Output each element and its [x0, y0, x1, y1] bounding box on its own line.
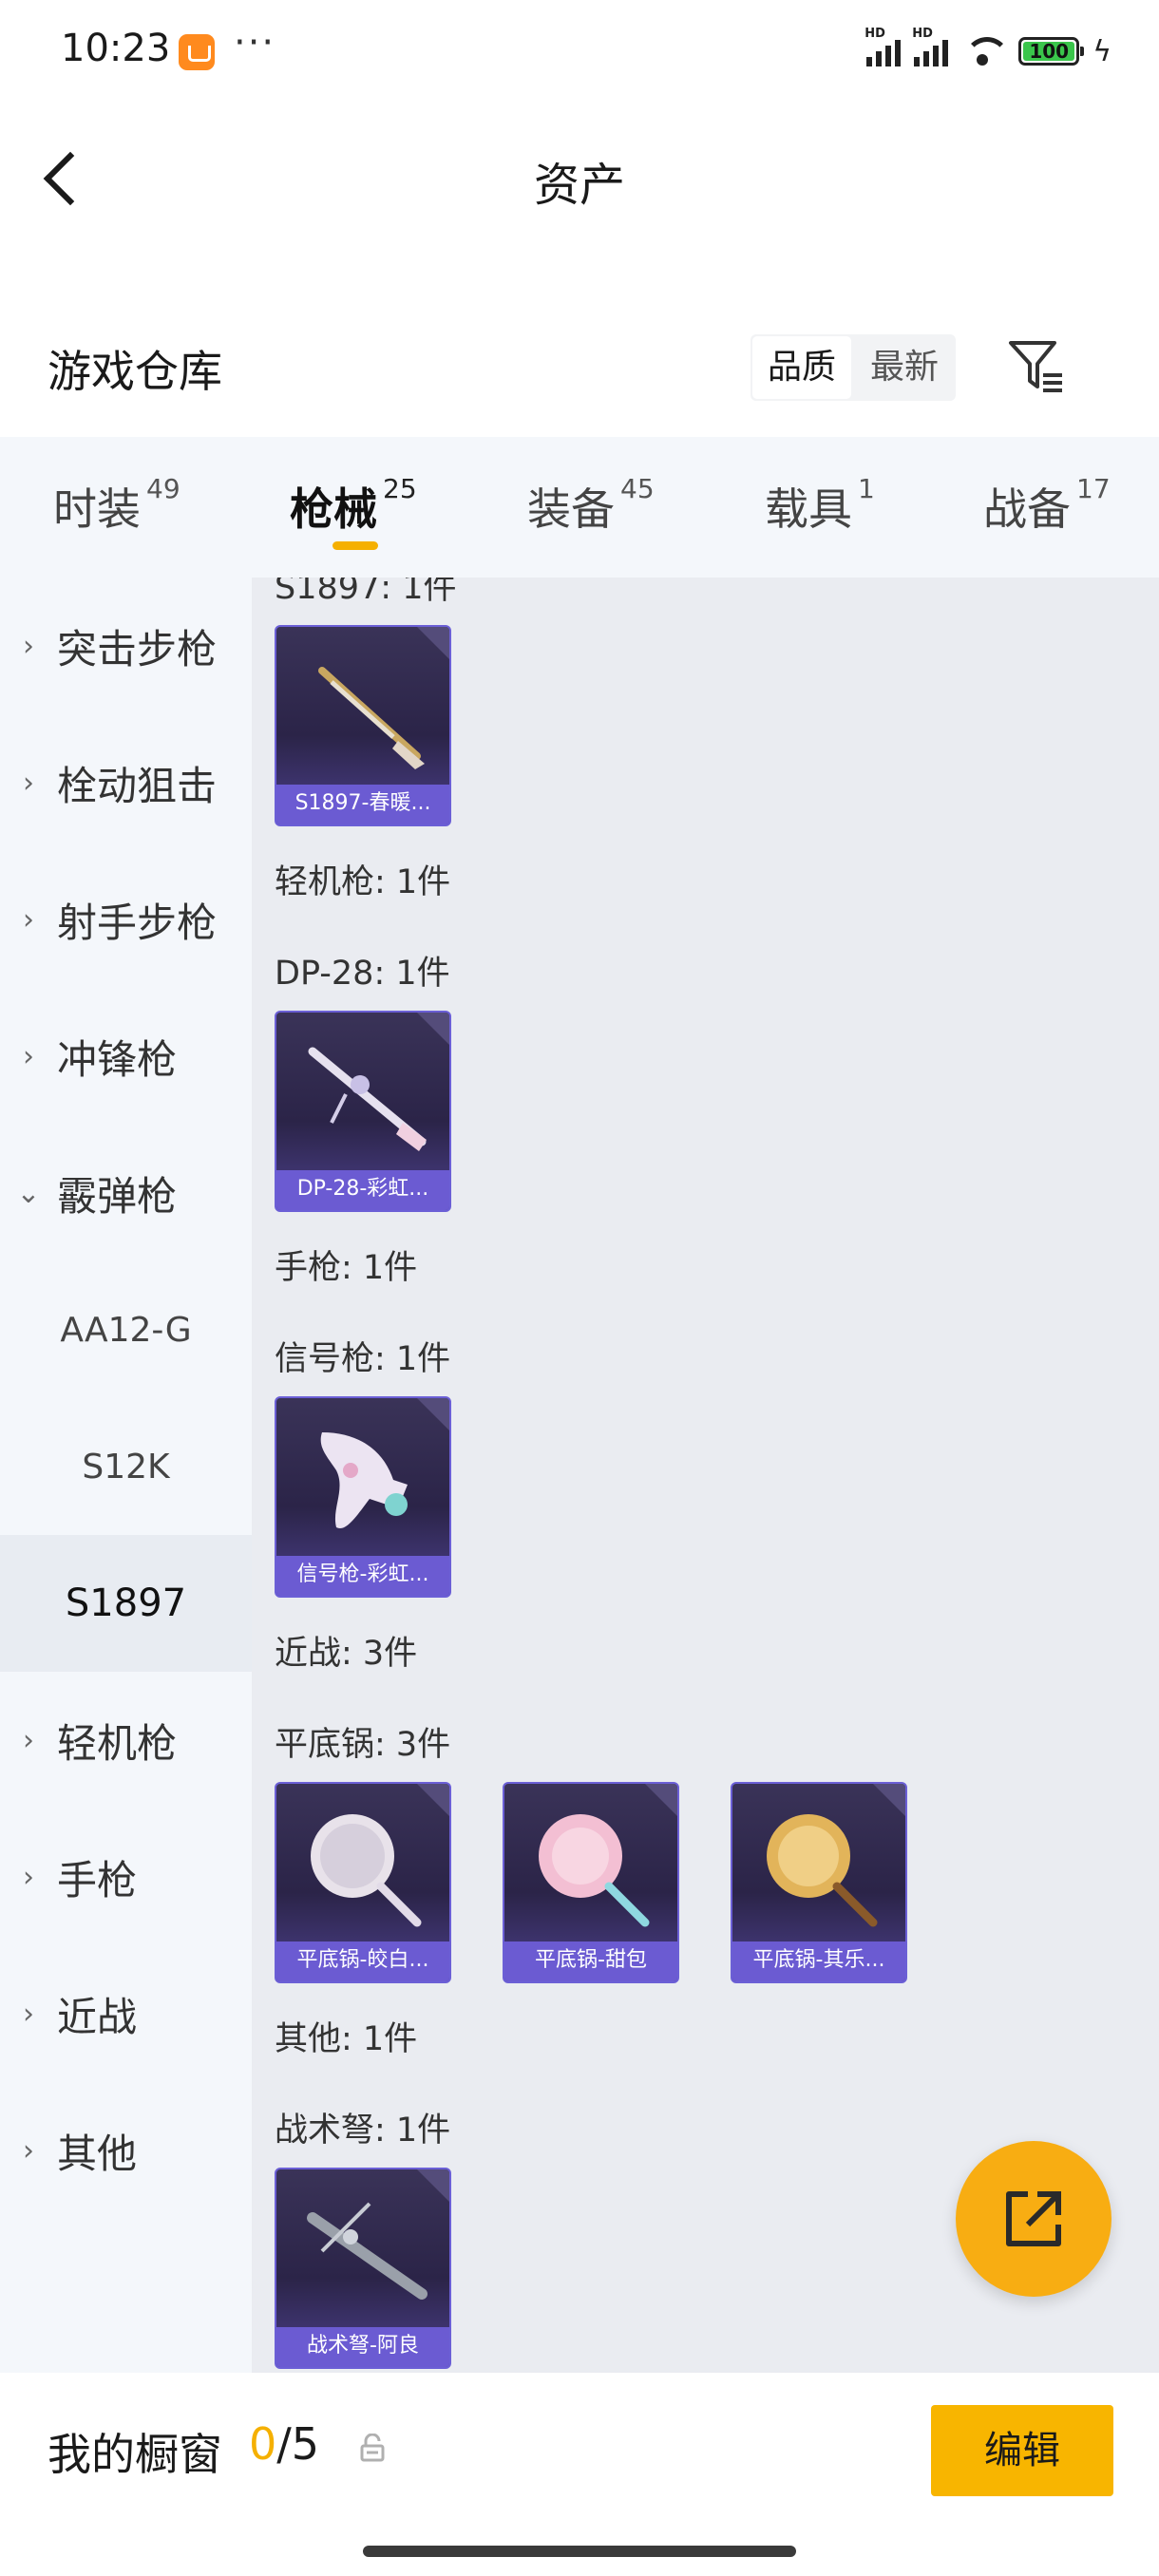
item-card-s1897[interactable]: S1897-春暖...	[275, 625, 451, 826]
weapon-category-sidebar: › 突击步枪 › 栓动狙击 › 射手步枪 › 冲锋枪 ⌄ 霰弹枪 AA12-G S12K …	[0, 578, 252, 2373]
flare-gun-image	[320, 1432, 408, 1528]
tab-guns[interactable]: 枪械 25	[290, 473, 417, 538]
item-card-crossbow[interactable]: 战术弩-阿良	[275, 2168, 451, 2369]
sidebar-item-shotgun[interactable]: ⌄ 霰弹枪	[0, 1125, 252, 1261]
section-label: 近战: 3件	[275, 1635, 418, 1673]
item-list: S1897: 1件 S1897-春暖... 轻机枪: 1件 DP-28: 1件 …	[252, 578, 1159, 2373]
item-name: DP-28-彩虹...	[276, 1170, 449, 1210]
wifi-icon	[961, 35, 1011, 67]
pan-image	[539, 1814, 650, 1927]
section-label: 轻机枪: 1件	[275, 863, 451, 901]
section-label: DP-28: 1件	[275, 955, 450, 993]
chevron-right-icon: ›	[23, 1723, 34, 1757]
item-card-pan-2[interactable]: 平底锅-甜包	[503, 1782, 679, 1983]
sidebar-subitem-s1897[interactable]: S1897	[0, 1535, 252, 1672]
pan-image	[311, 1814, 422, 1927]
section-label: 信号枪: 1件	[275, 1340, 451, 1378]
chevron-right-icon: ›	[23, 766, 34, 800]
shotgun-image	[318, 667, 425, 769]
battery-icon: 100	[1018, 37, 1085, 66]
lock-icon	[360, 2434, 385, 2462]
shopping-app-icon	[179, 34, 215, 70]
tab-vehicles[interactable]: 载具 1	[765, 473, 875, 538]
sidebar-subitem-s12k[interactable]: S12K	[0, 1398, 252, 1535]
filter-icon[interactable]	[1007, 337, 1068, 394]
item-name: S1897-春暖...	[276, 785, 449, 824]
item-card-flare-gun[interactable]: 信号枪-彩虹...	[275, 1396, 451, 1598]
section-label: 战术弩: 1件	[275, 2112, 451, 2150]
sidebar-item-other[interactable]: › 其他	[0, 2082, 252, 2219]
sidebar-item-bolt-sniper[interactable]: › 栓动狙击	[0, 714, 252, 851]
section-label: 其他: 1件	[275, 2020, 418, 2058]
sidebar-item-melee[interactable]: › 近战	[0, 1945, 252, 2082]
chevron-right-icon: ›	[23, 902, 34, 937]
edit-button[interactable]: 编辑	[931, 2405, 1113, 2496]
chevron-right-icon: ›	[23, 629, 34, 663]
tab-equipment[interactable]: 装备 45	[527, 473, 655, 538]
item-name: 平底锅-皎白...	[276, 1941, 449, 1981]
sidebar-item-smg[interactable]: › 冲锋枪	[0, 988, 252, 1125]
chevron-right-icon: ›	[23, 1860, 34, 1894]
sidebar-item-marksman-rifle[interactable]: › 射手步枪	[0, 851, 252, 988]
chevron-right-icon: ›	[23, 1039, 34, 1073]
category-tabs: 时装 49 枪械 25 装备 45 载具 1 战备 17	[0, 437, 1159, 578]
sidebar-subitem-aa12g[interactable]: AA12-G	[0, 1261, 252, 1398]
sidebar-item-assault-rifle[interactable]: › 突击步枪	[0, 578, 252, 714]
chevron-right-icon: ›	[23, 1997, 34, 2031]
share-icon	[1006, 2191, 1061, 2246]
signal-icon: HD	[864, 27, 902, 66]
section-label: S1897: 1件	[275, 578, 457, 607]
sort-toggle: 品质 最新	[750, 334, 957, 401]
item-name: 信号枪-彩虹...	[276, 1556, 449, 1596]
warehouse-title: 游戏仓库	[48, 346, 222, 397]
showcase-count: 0/5	[249, 2418, 320, 2470]
share-button[interactable]	[956, 2141, 1112, 2297]
status-time: 10:23	[61, 27, 171, 70]
pan-image	[767, 1814, 878, 1927]
sidebar-item-pistol[interactable]: › 手枪	[0, 1809, 252, 1945]
signal-icon-2: HD	[912, 27, 949, 66]
item-name: 平底锅-甜包	[504, 1941, 677, 1981]
sort-newest-button[interactable]: 最新	[855, 336, 954, 399]
tab-supplies[interactable]: 战备 17	[983, 473, 1111, 538]
status-bar: 10:23 ··· HD HD 100 ϟ	[0, 0, 1159, 104]
sort-quality-button[interactable]: 品质	[752, 336, 852, 399]
charging-icon: ϟ	[1092, 34, 1112, 68]
machine-gun-image	[308, 1047, 427, 1151]
section-label: 手枪: 1件	[275, 1249, 418, 1287]
item-card-dp28[interactable]: DP-28-彩虹...	[275, 1011, 451, 1212]
chevron-right-icon: ›	[23, 2133, 34, 2168]
section-label: 平底锅: 3件	[275, 1726, 451, 1764]
item-name: 战术弩-阿良	[276, 2327, 449, 2367]
chevron-down-icon: ⌄	[16, 1176, 41, 1210]
item-card-pan-1[interactable]: 平底锅-皎白...	[275, 1782, 451, 1983]
more-notifications-icon: ···	[234, 21, 276, 65]
showcase-label: 我的橱窗	[48, 2429, 222, 2480]
sidebar-item-lmg[interactable]: › 轻机枪	[0, 1672, 252, 1809]
page-title: 资产	[533, 159, 625, 212]
active-tab-indicator	[332, 541, 378, 550]
home-indicator[interactable]	[363, 2546, 796, 2557]
tab-fashion[interactable]: 时装 49	[53, 473, 180, 538]
crossbow-image	[307, 2202, 428, 2300]
item-card-pan-3[interactable]: 平底锅-其乐...	[731, 1782, 907, 1983]
item-name: 平底锅-其乐...	[732, 1941, 905, 1981]
